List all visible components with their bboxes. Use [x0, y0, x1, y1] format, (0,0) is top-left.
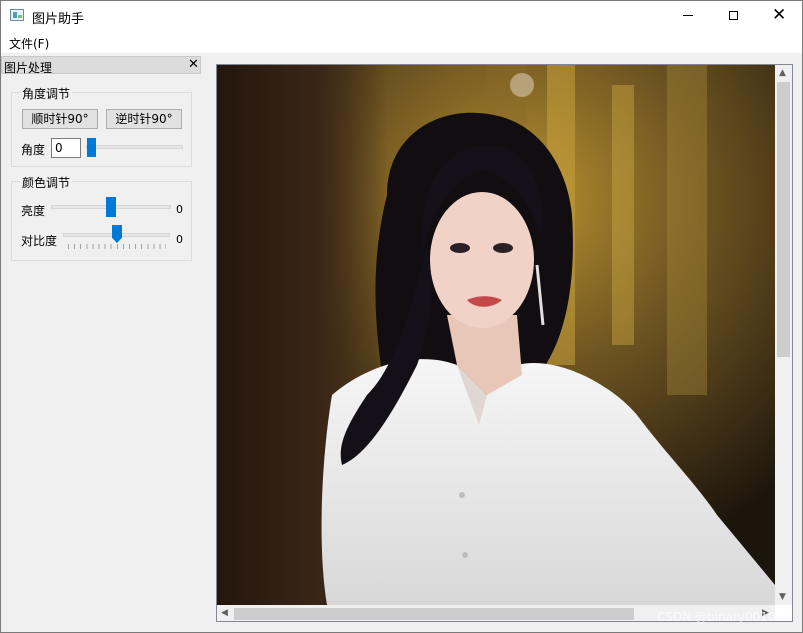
angle-slider-track[interactable]: [86, 145, 183, 149]
angle-slider-thumb[interactable]: [87, 138, 96, 157]
maximize-icon: [729, 11, 738, 20]
angle-label: 角度: [21, 143, 46, 157]
color-group: 颜色调节: [11, 174, 192, 261]
menu-file[interactable]: 文件(F): [9, 35, 49, 52]
minimize-button[interactable]: [665, 1, 711, 31]
rotate-cw-button[interactable]: 顺时针90°: [22, 109, 98, 129]
menu-bar: 文件(F): [1, 31, 802, 53]
window-title: 图片助手: [32, 12, 85, 27]
main-window: 图片助手 ✕ 文件(F) 图片处理 ✕ 角度调节 顺时针90° 逆时针90° 角…: [0, 0, 803, 633]
dock-title-bar[interactable]: 图片处理 ✕: [1, 56, 201, 75]
angle-input[interactable]: 0: [51, 138, 81, 158]
image-viewport[interactable]: ▲ ▼ ◀ ▶: [216, 64, 793, 622]
brightness-label: 亮度: [21, 204, 46, 218]
watermark: CSDN @binary0010: [657, 610, 776, 624]
scroll-left-icon[interactable]: ◀: [221, 608, 228, 618]
color-group-title: 颜色调节: [20, 174, 73, 191]
close-icon: ✕: [772, 5, 787, 25]
contrast-value: 0: [176, 233, 183, 246]
brightness-value: 0: [176, 203, 183, 216]
dock-title: 图片处理: [4, 61, 53, 75]
angle-group-title: 角度调节: [20, 85, 73, 102]
close-button[interactable]: ✕: [756, 1, 802, 31]
title-bar[interactable]: 图片助手 ✕: [1, 1, 802, 31]
contrast-slider-ticks: [68, 244, 166, 249]
dock-close-icon[interactable]: ✕: [188, 57, 199, 72]
vertical-scroll-thumb[interactable]: [777, 82, 790, 357]
portrait-photo: [217, 65, 775, 605]
app-icon: [10, 9, 24, 21]
minimize-icon: [683, 15, 693, 16]
vertical-scrollbar[interactable]: ▲ ▼: [775, 65, 792, 605]
maximize-button[interactable]: [711, 1, 757, 31]
contrast-label: 对比度: [21, 234, 58, 248]
horizontal-scroll-thumb[interactable]: [234, 608, 634, 620]
scroll-up-icon[interactable]: ▲: [779, 68, 786, 78]
scroll-down-icon[interactable]: ▼: [779, 592, 786, 602]
brightness-slider-thumb[interactable]: [106, 197, 116, 217]
rotate-ccw-button[interactable]: 逆时针90°: [106, 109, 182, 129]
